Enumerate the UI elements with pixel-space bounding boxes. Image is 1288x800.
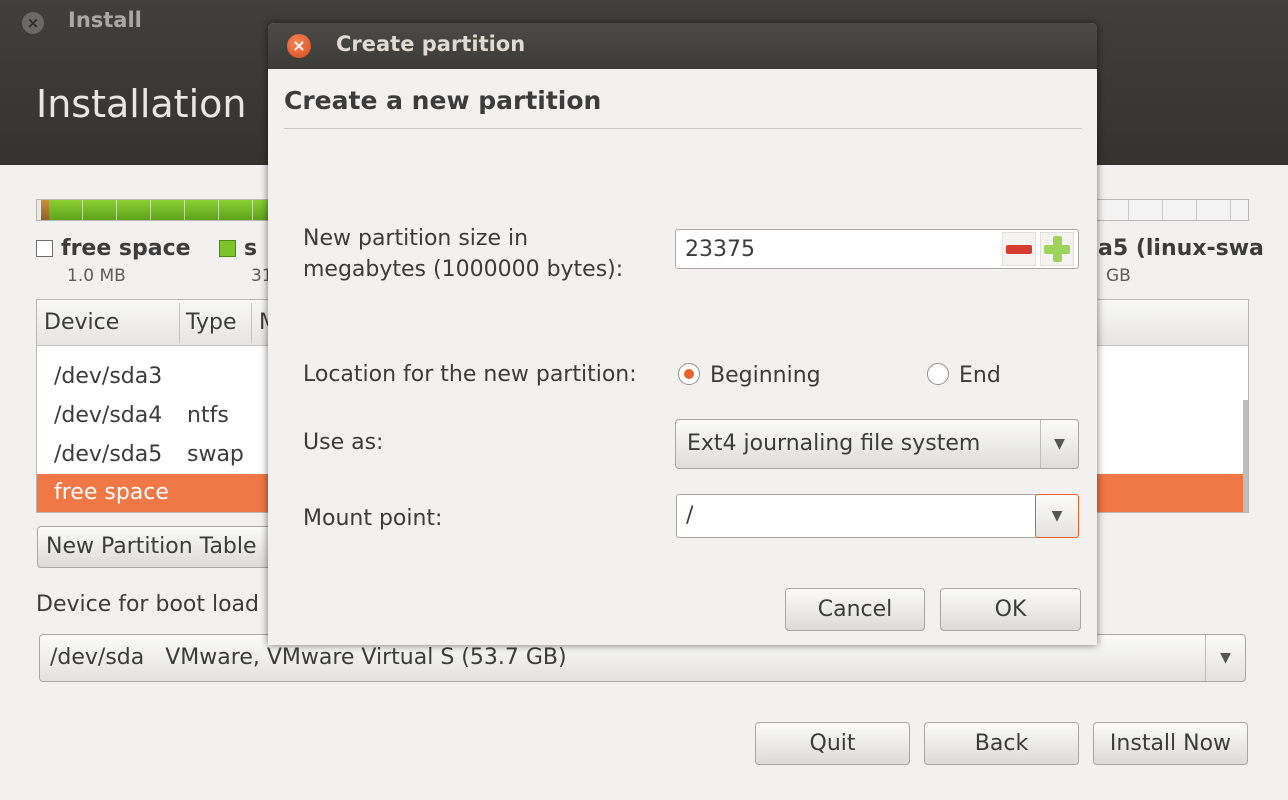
location-end-radio[interactable]: End (927, 363, 1001, 388)
boot-device-value: /dev/sda VMware, VMware Virtual S (53.7 … (50, 645, 567, 670)
legend-free-space: free space 1.0 MB (36, 236, 191, 286)
partition-bar-sda1 (41, 200, 49, 220)
table-scrollbar[interactable] (1243, 400, 1248, 512)
row-type: ntfs (187, 403, 229, 428)
chevron-down-icon[interactable]: ▼ (1205, 635, 1245, 681)
partition-bar-swap (1095, 200, 1248, 220)
row-device: /dev/sda5 (54, 442, 163, 467)
use-as-label: Use as: (303, 430, 384, 455)
cancel-button[interactable]: Cancel (785, 588, 925, 631)
quit-button[interactable]: Quit (755, 722, 910, 765)
column-divider (179, 303, 180, 343)
radio-label: End (959, 363, 1001, 388)
legend-sda2: s 31 (219, 236, 273, 286)
size-label-line: New partition size in (303, 226, 529, 251)
legend-size: GB (1106, 266, 1131, 286)
plus-icon[interactable] (1040, 232, 1074, 266)
row-device: free space (54, 480, 169, 505)
size-label-line: megabytes (1000000 bytes): (303, 257, 624, 282)
dialog-titlebar: × Create partition (268, 23, 1097, 69)
use-as-value: Ext4 journaling file system (687, 431, 981, 456)
radio-label: Beginning (710, 363, 821, 388)
legend-swatch (219, 240, 236, 257)
minus-icon[interactable] (1002, 232, 1036, 266)
mount-point-combo[interactable]: / ▼ (676, 494, 1079, 538)
row-device: /dev/sda4 (54, 403, 163, 428)
page-title: Installation (36, 82, 247, 126)
close-icon[interactable]: × (287, 34, 311, 58)
radio-selected-icon[interactable] (678, 363, 700, 385)
column-header-type[interactable]: Type (186, 310, 237, 335)
close-icon[interactable]: × (22, 12, 44, 34)
column-divider (251, 303, 252, 343)
window-title: Install (68, 8, 142, 32)
ok-button[interactable]: OK (940, 588, 1081, 631)
dialog-title: Create partition (336, 32, 526, 56)
boot-device-path: /dev/sda (50, 645, 145, 670)
partition-size-input[interactable]: 23375 (675, 229, 1079, 269)
create-partition-dialog: × Create partition Create a new partitio… (268, 23, 1097, 645)
column-header-device[interactable]: Device (44, 310, 119, 335)
back-button[interactable]: Back (924, 722, 1079, 765)
dialog-heading: Create a new partition (284, 86, 602, 115)
boot-loader-label: Device for boot load (36, 592, 259, 617)
partition-size-value: 23375 (685, 237, 755, 262)
use-as-select[interactable]: Ext4 journaling file system ▼ (675, 419, 1079, 469)
location-beginning-radio[interactable]: Beginning (678, 363, 821, 388)
boot-device-description: VMware, VMware Virtual S (53.7 GB) (165, 645, 567, 670)
chevron-down-icon[interactable]: ▼ (1035, 494, 1079, 538)
legend-size: 1.0 MB (67, 266, 126, 286)
radio-unselected-icon[interactable] (927, 363, 949, 385)
divider (284, 128, 1082, 129)
install-now-button[interactable]: Install Now (1093, 722, 1248, 765)
legend-swatch (36, 240, 53, 257)
row-type: swap (187, 442, 244, 467)
row-device: /dev/sda3 (54, 364, 163, 389)
legend-swap: a5 (linux-swa GB (1098, 236, 1264, 286)
mount-point-value: / (686, 503, 694, 528)
location-label: Location for the new partition: (303, 362, 637, 387)
chevron-down-icon[interactable]: ▼ (1040, 420, 1078, 468)
mount-point-label: Mount point: (303, 506, 443, 531)
size-label: New partition size in megabytes (1000000… (303, 223, 633, 285)
